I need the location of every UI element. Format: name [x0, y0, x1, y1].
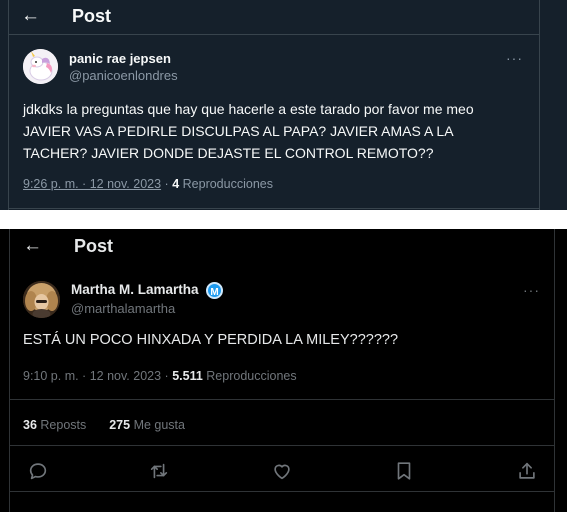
author-handle[interactable]: @panicoenlondres — [69, 68, 178, 83]
back-arrow-icon[interactable]: ← — [23, 235, 42, 257]
reply-icon[interactable] — [27, 460, 49, 482]
bookmark-icon[interactable] — [393, 460, 415, 482]
right-border — [554, 229, 555, 512]
likes-label: Me gusta — [133, 418, 185, 432]
meta-separator: · — [164, 369, 169, 383]
reposts-stat[interactable]: 36 Reposts — [23, 418, 86, 432]
divider — [8, 208, 539, 209]
verified-badge-icon: M — [206, 282, 223, 299]
share-icon[interactable] — [516, 460, 538, 482]
left-border — [8, 0, 9, 210]
meta-separator: · — [164, 177, 169, 191]
engagement-stats: 36 Reposts 275 Me gusta — [23, 418, 185, 432]
avatar[interactable] — [23, 49, 58, 84]
views-label: Reproducciones — [182, 177, 273, 191]
likes-stat[interactable]: 275 Me gusta — [109, 418, 185, 432]
tweet-screenshot-2: ← Post Martha M. Lamartha M @marthalamar… — [0, 229, 567, 512]
likes-count: 275 — [109, 418, 131, 432]
repost-icon[interactable] — [148, 460, 170, 482]
divider — [10, 445, 554, 446]
unicorn-avatar-icon — [23, 49, 58, 84]
like-icon[interactable] — [271, 460, 293, 482]
views-count: 4 — [172, 177, 180, 191]
tweet-meta: 9:10 p. m. · 12 nov. 2023 · 5.511 Reprod… — [23, 369, 297, 383]
tweet-text: jdkdks la preguntas que hay que hacerle … — [23, 98, 533, 164]
tweet-screenshot-1: ← Post panic rae jepsen @panicoenlondres… — [0, 0, 567, 210]
tweet-text-line: jdkdks la preguntas que hay que hacerle … — [23, 101, 474, 117]
page-title: Post — [74, 236, 114, 256]
photo-avatar-icon — [23, 281, 60, 318]
more-options-icon[interactable]: ··· — [523, 282, 540, 298]
tweet-text: ESTÁ UN POCO HINXADA Y PERDIDA LA MILEY?… — [23, 332, 399, 348]
views-label: Reproducciones — [206, 369, 297, 383]
tweet-meta: 9:26 p. m. · 12 nov. 2023 · 4 Reproducci… — [23, 177, 273, 191]
left-border — [9, 229, 10, 512]
page-title: Post — [72, 6, 112, 26]
screenshot-gap — [0, 210, 567, 229]
author-handle[interactable]: @marthalamartha — [71, 301, 175, 316]
divider — [10, 491, 554, 492]
views-count: 5.511 — [172, 369, 203, 383]
timestamp-link[interactable]: 9:26 p. m. · 12 nov. 2023 — [23, 177, 161, 191]
reposts-count: 36 — [23, 418, 37, 432]
tweet-text-line: TACHER? JAVIER DONDE DEJASTE EL CONTROL … — [23, 145, 434, 161]
back-arrow-icon[interactable]: ← — [21, 5, 40, 27]
right-border — [539, 0, 540, 210]
header-divider — [8, 34, 539, 35]
reposts-label: Reposts — [40, 418, 87, 432]
more-options-icon[interactable]: ··· — [506, 50, 523, 66]
tweet-text-line: JAVIER VAS A PEDIRLE DISCULPAS AL PAPA? … — [23, 123, 454, 139]
timestamp-link[interactable]: 9:10 p. m. · 12 nov. 2023 — [23, 369, 161, 383]
author-name[interactable]: panic rae jepsen — [69, 51, 171, 66]
avatar[interactable] — [23, 281, 60, 318]
author-name[interactable]: Martha M. Lamartha — [71, 282, 199, 297]
divider — [10, 399, 554, 400]
